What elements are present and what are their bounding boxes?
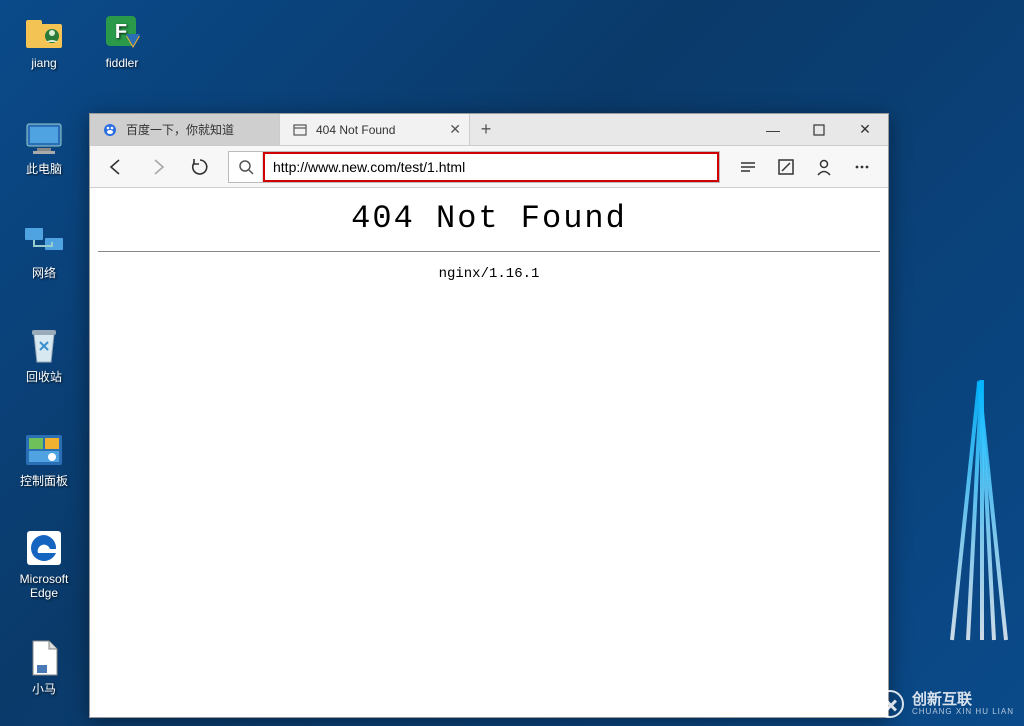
network-icon xyxy=(20,222,68,262)
close-icon: ✕ xyxy=(859,121,871,138)
note-icon xyxy=(776,157,796,177)
desktop-icon-fiddler[interactable]: F fiddler xyxy=(84,12,160,70)
desktop-icon-label: 此电脑 xyxy=(6,162,82,176)
svg-text:F: F xyxy=(115,21,127,43)
desktop-icon-network[interactable]: 网络 xyxy=(6,222,82,280)
desktop-icon-label: 回收站 xyxy=(6,370,82,384)
address-bar xyxy=(228,151,720,183)
watermark-text: 创新互联 xyxy=(912,693,1014,707)
back-arrow-icon xyxy=(106,157,126,177)
desktop-icon-this-pc[interactable]: 此电脑 xyxy=(6,118,82,176)
browser-window: 百度一下，你就知道 404 Not Found ✕ + — ✕ xyxy=(89,113,889,718)
watermark-logo-icon xyxy=(876,690,904,718)
toolbar xyxy=(90,146,888,188)
tab-title: 404 Not Found xyxy=(316,123,395,137)
desktop-icon-edge[interactable]: Microsoft Edge xyxy=(6,528,82,600)
more-icon xyxy=(852,157,872,177)
reading-view-button[interactable] xyxy=(730,149,766,185)
person-icon xyxy=(814,157,834,177)
edge-icon xyxy=(20,528,68,568)
minimize-button[interactable]: — xyxy=(750,114,796,145)
desktop-icon-label: jiang xyxy=(6,56,82,70)
forward-arrow-icon xyxy=(148,157,168,177)
desktop-icon-label: fiddler xyxy=(84,56,160,70)
watermark: 创新互联 CHUANG XIN HU LIAN xyxy=(876,690,1014,718)
user-folder-icon xyxy=(20,12,68,52)
refresh-button[interactable] xyxy=(182,149,218,185)
refresh-icon xyxy=(190,157,210,177)
recycle-bin-icon xyxy=(20,326,68,366)
search-icon[interactable] xyxy=(229,152,263,182)
error-heading: 404 Not Found xyxy=(90,196,888,251)
tab-title: 百度一下，你就知道 xyxy=(126,121,234,138)
this-pc-icon xyxy=(20,118,68,158)
desktop-icon-recycle-bin[interactable]: 回收站 xyxy=(6,326,82,384)
desktop-icon-label: Microsoft Edge xyxy=(6,572,82,600)
server-signature: nginx/1.16.1 xyxy=(90,252,888,296)
tab-close-icon[interactable]: ✕ xyxy=(449,121,461,138)
maximize-icon xyxy=(813,124,825,136)
close-window-button[interactable]: ✕ xyxy=(842,114,888,145)
toolbar-right xyxy=(730,149,880,185)
page-content: 404 Not Found nginx/1.16.1 xyxy=(90,188,888,717)
share-button[interactable] xyxy=(806,149,842,185)
desktop-icon-control-panel[interactable]: 控制面板 xyxy=(6,430,82,488)
desktop-icon-label: 小马 xyxy=(6,682,82,696)
reading-list-icon xyxy=(738,157,758,177)
back-button[interactable] xyxy=(98,149,134,185)
desktop-icon-jiang[interactable]: jiang xyxy=(6,12,82,70)
tab-404[interactable]: 404 Not Found ✕ xyxy=(280,114,470,145)
control-panel-icon xyxy=(20,430,68,470)
url-input[interactable] xyxy=(263,152,719,182)
desktop-light-rays xyxy=(904,380,1024,640)
desktop-icon-label: 网络 xyxy=(6,266,82,280)
new-tab-button[interactable]: + xyxy=(470,114,502,145)
tab-baidu[interactable]: 百度一下，你就知道 xyxy=(90,114,280,145)
tab-strip: 百度一下，你就知道 404 Not Found ✕ + — ✕ xyxy=(90,114,888,146)
forward-button[interactable] xyxy=(140,149,176,185)
minimize-icon: — xyxy=(766,122,780,138)
baidu-favicon-icon xyxy=(102,122,118,138)
page-favicon-icon xyxy=(292,122,308,138)
watermark-subtext: CHUANG XIN HU LIAN xyxy=(912,707,1014,716)
more-button[interactable] xyxy=(844,149,880,185)
desktop-icon-xiaoma[interactable]: 小马 xyxy=(6,638,82,696)
window-controls: — ✕ xyxy=(750,114,888,145)
file-icon xyxy=(20,638,68,678)
fiddler-icon: F xyxy=(98,12,146,52)
desktop-icon-label: 控制面板 xyxy=(6,474,82,488)
notes-button[interactable] xyxy=(768,149,804,185)
plus-icon: + xyxy=(481,119,492,140)
maximize-button[interactable] xyxy=(796,114,842,145)
